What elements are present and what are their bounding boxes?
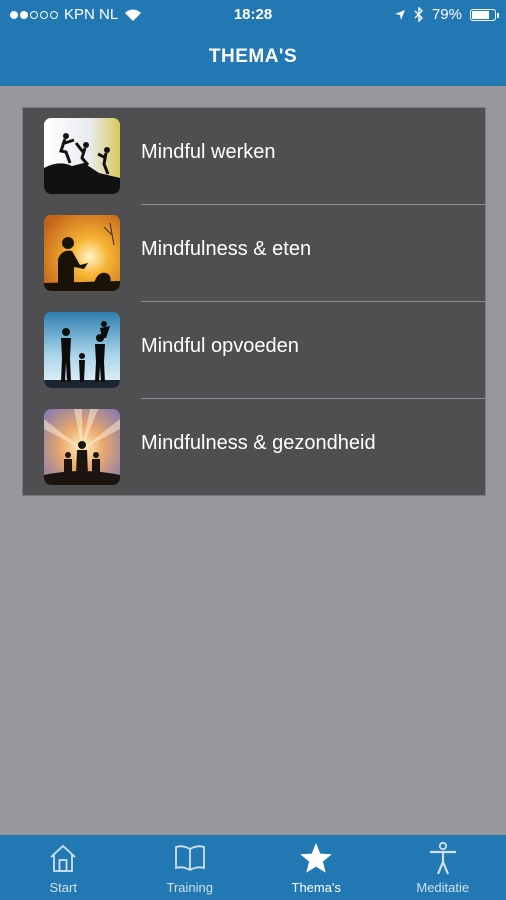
theme-item-label: Mindfulness & gezondheid	[141, 432, 376, 454]
bluetooth-icon	[414, 7, 423, 22]
tab-label: Meditatie	[416, 880, 470, 895]
tab-bar: Start Training Thema's Meditatie	[0, 835, 506, 900]
climbers-silhouette-image	[44, 118, 120, 194]
tab-training[interactable]: Training	[127, 835, 254, 900]
home-icon	[50, 844, 76, 872]
theme-item-mindful-opvoeden[interactable]: Mindful opvoeden	[23, 302, 485, 399]
family-silhouette-image	[44, 312, 120, 388]
tab-label: Training	[166, 880, 213, 895]
page-title: THEMA'S	[208, 46, 298, 67]
battery-icon	[470, 8, 499, 21]
sunset-eating-image	[44, 215, 120, 291]
sunrays-group-image	[44, 409, 120, 485]
theme-item-mindful-werken[interactable]: Mindful werken	[23, 108, 485, 205]
tab-start[interactable]: Start	[0, 835, 127, 900]
theme-item-label: Mindful opvoeden	[141, 335, 299, 357]
tab-label: Thema's	[291, 880, 341, 895]
status-bar: KPN NL 18:28 79%	[0, 0, 506, 30]
star-icon	[300, 843, 332, 873]
book-icon	[174, 845, 205, 872]
header: KPN NL 18:28 79% THEMA'S	[0, 0, 506, 86]
theme-item-mindfulness-eten[interactable]: Mindfulness & eten	[23, 205, 485, 302]
tab-themas[interactable]: Thema's	[253, 835, 380, 900]
theme-item-label: Mindful werken	[141, 141, 276, 163]
status-right: 79%	[394, 6, 499, 23]
location-arrow-icon	[394, 9, 405, 20]
tab-label: Start	[49, 880, 77, 895]
battery-percent: 79%	[431, 6, 462, 23]
theme-item-label: Mindfulness & eten	[141, 238, 312, 260]
themes-list: Mindful werken Mindfulness & eten Mindfu…	[22, 107, 486, 496]
theme-item-mindfulness-gezondheid[interactable]: Mindfulness & gezondheid	[23, 399, 485, 496]
person-icon	[429, 841, 456, 875]
tab-meditatie[interactable]: Meditatie	[380, 835, 506, 900]
